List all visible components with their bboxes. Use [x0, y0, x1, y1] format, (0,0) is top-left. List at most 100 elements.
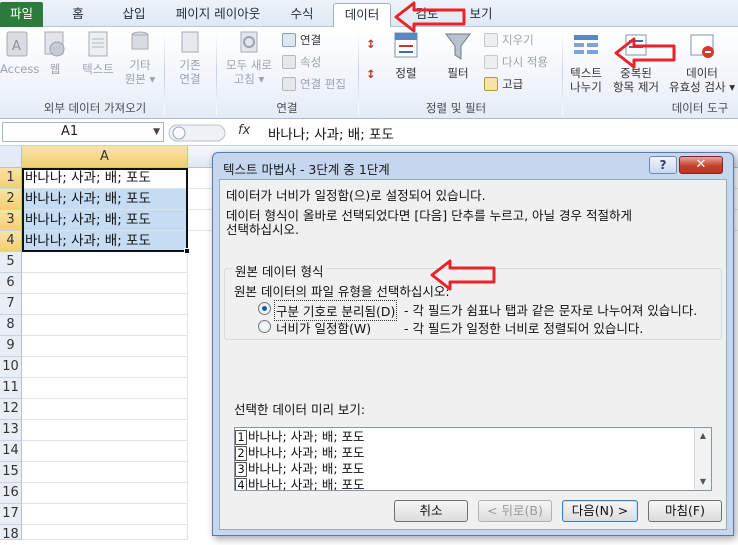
other-sources-button[interactable]: 기타 원본 ▾ [122, 29, 158, 86]
cell-a18[interactable] [22, 525, 188, 540]
remove-duplicates-button[interactable]: 중복된 항목 제거 [608, 29, 664, 94]
cell-a10[interactable] [22, 357, 188, 378]
row-header[interactable]: 12 [0, 399, 22, 420]
row-header[interactable]: 10 [0, 357, 22, 378]
from-access-label: Access [0, 62, 40, 76]
cell-a15[interactable] [22, 462, 188, 483]
tab-view[interactable]: 보기 [456, 3, 506, 27]
cell-a6[interactable] [22, 273, 188, 294]
chevron-down-icon[interactable]: ▼ [153, 123, 160, 141]
advanced-filter-button[interactable]: 고급 [484, 75, 523, 93]
data-validation-button[interactable]: 데이터 유효성 검사 ▾ [666, 29, 738, 94]
from-access-button[interactable]: A Access [0, 29, 39, 76]
properties-button[interactable]: 속성 [282, 53, 321, 71]
row-header[interactable]: 5 [0, 252, 22, 273]
data-validation-icon [690, 34, 714, 58]
row-header[interactable]: 6 [0, 273, 22, 294]
cancel-button[interactable]: 취소 [394, 500, 468, 522]
sort-za-button[interactable]: ↕ [366, 65, 376, 83]
cell-a11[interactable] [22, 378, 188, 399]
delimited-radio[interactable] [258, 302, 271, 315]
cell-a4[interactable]: 바나나; 사과; 배; 포도 [22, 231, 188, 252]
row-header[interactable]: 13 [0, 420, 22, 441]
cell-a13[interactable] [22, 420, 188, 441]
select-all-corner[interactable] [0, 146, 22, 168]
row-header[interactable]: 14 [0, 441, 22, 462]
row-header[interactable]: 3 [0, 210, 22, 231]
cell-a16[interactable] [22, 483, 188, 504]
cell-a12[interactable] [22, 399, 188, 420]
fixed-width-radio[interactable] [258, 320, 271, 333]
name-box-value: A1 [61, 124, 79, 139]
properties-icon [282, 55, 296, 69]
row-header[interactable]: 15 [0, 462, 22, 483]
data-preview-pane[interactable]: 1 바나나; 사과; 배; 포도 2 바나나; 사과; 배; 포도 3 바나나; 사과… [234, 427, 712, 491]
from-web-label: 웹 [49, 62, 61, 76]
clear-filter-icon [484, 33, 498, 47]
cell-a14[interactable] [22, 441, 188, 462]
remove-duplicates-icon [625, 34, 647, 56]
row-header[interactable]: 8 [0, 315, 22, 336]
tab-page-layout[interactable]: 페이지 레이아웃 [164, 3, 272, 27]
row-header[interactable]: 16 [0, 483, 22, 504]
scroll-up-icon[interactable]: ▲ [695, 428, 711, 444]
sort-az-button[interactable]: ↕ [366, 35, 376, 53]
cell-a5[interactable] [22, 252, 188, 273]
cell-a17[interactable] [22, 504, 188, 525]
group-label-sort-filter: 정렬 및 필터 [425, 101, 487, 115]
next-button[interactable]: 다음(N) > [562, 500, 638, 522]
cell-a1[interactable]: 바나나; 사과; 배; 포도 [22, 168, 188, 189]
help-button[interactable]: ? [649, 156, 677, 174]
formula-bar-splitter[interactable] [168, 124, 228, 142]
text-to-columns-label-1: 텍스트 [570, 66, 602, 80]
tab-insert[interactable]: 삽입 [108, 3, 160, 27]
scroll-down-icon[interactable]: ▼ [695, 474, 711, 490]
row-header[interactable]: 18 [0, 525, 22, 542]
row-header[interactable]: 2 [0, 189, 22, 210]
sort-button[interactable]: 정렬 [388, 29, 424, 80]
insert-function-icon[interactable]: fx [238, 123, 250, 138]
database-icon [131, 31, 149, 50]
row-header[interactable]: 1 [0, 168, 22, 189]
cell-a7[interactable] [22, 294, 188, 315]
tab-review[interactable]: 검토 [400, 3, 454, 27]
from-web-button[interactable]: 웹 [38, 29, 72, 76]
name-box[interactable]: A1 ▼ [2, 122, 164, 142]
cell-a9[interactable] [22, 336, 188, 357]
formula-input[interactable]: 바나나; 사과; 배; 포도 [268, 123, 394, 143]
close-button[interactable]: ✕ [679, 156, 723, 174]
filter-button[interactable]: 필터 [438, 29, 478, 80]
finish-button[interactable]: 마침(F) [648, 500, 722, 522]
tab-file[interactable]: 파일 [0, 2, 43, 27]
tab-formulas[interactable]: 수식 [276, 3, 328, 27]
sort-icon [394, 32, 418, 58]
preview-row: 2 바나나; 사과; 배; 포도 [235, 445, 695, 461]
row-header[interactable]: 17 [0, 504, 22, 525]
fixed-width-label[interactable]: 너비가 일정함(W) [276, 318, 371, 337]
cell-a8[interactable] [22, 315, 188, 336]
edit-links-icon [282, 77, 296, 91]
row-header[interactable]: 9 [0, 336, 22, 357]
from-text-button[interactable]: 텍스트 [76, 29, 120, 76]
clear-filter-button[interactable]: 지우기 [484, 31, 534, 49]
preview-vertical-scrollbar[interactable]: ▲ ▼ [694, 428, 711, 490]
back-button[interactable]: < 뒤로(B) [478, 500, 552, 522]
clear-filter-label: 지우기 [502, 33, 534, 47]
row-header[interactable]: 11 [0, 378, 22, 399]
advanced-filter-label: 고급 [502, 77, 524, 91]
existing-connections-button[interactable]: 기존 연결 [170, 29, 210, 86]
text-to-columns-button[interactable]: 텍스트 나누기 [566, 29, 606, 94]
edit-links-button[interactable]: 연결 편집 [282, 75, 346, 93]
tab-data[interactable]: 데이터 [333, 3, 391, 27]
cell-a3[interactable]: 바나나; 사과; 배; 포도 [22, 210, 188, 231]
refresh-all-button[interactable]: 모두 새로 고침 ▾ [222, 29, 276, 86]
cell-a2[interactable]: 바나나; 사과; 배; 포도 [22, 189, 188, 210]
group-title: 원본 데이터 형식 [232, 261, 327, 280]
tab-home[interactable]: 홈 [52, 3, 104, 27]
row-header[interactable]: 4 [0, 231, 22, 252]
connections-button[interactable]: 연결 [282, 31, 321, 49]
data-validation-label-2: 유효성 검사 ▾ [669, 80, 735, 94]
row-header[interactable]: 7 [0, 294, 22, 315]
reapply-button[interactable]: 다시 적용 [484, 53, 548, 71]
column-header-a[interactable]: A [22, 146, 188, 168]
